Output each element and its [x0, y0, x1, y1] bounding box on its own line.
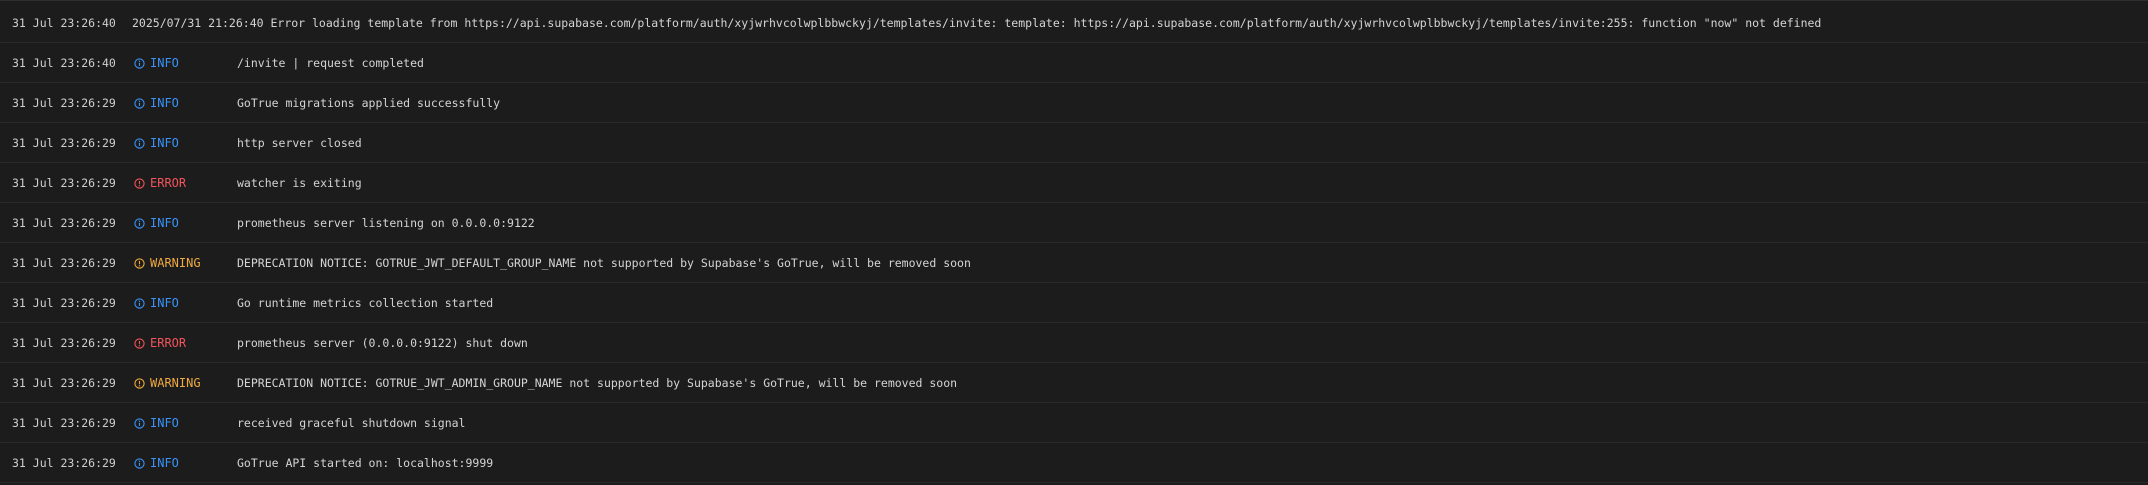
log-row[interactable]: 31 Jul 23:26:29 INFO GoTrue migrations a…	[0, 83, 2148, 123]
log-level-label: WARNING	[150, 376, 201, 390]
log-level: ERROR	[134, 323, 186, 363]
log-timestamp: 31 Jul 23:26:29	[12, 456, 116, 470]
log-timestamp: 31 Jul 23:26:40	[12, 56, 116, 70]
info-circle-icon	[134, 217, 145, 229]
log-message: prometheus server (0.0.0.0:9122) shut do…	[237, 336, 528, 350]
log-level: INFO	[134, 443, 179, 483]
log-level: INFO	[134, 123, 179, 163]
log-timestamp: 31 Jul 23:26:29	[12, 296, 116, 310]
log-row[interactable]: 31 Jul 23:26:29 WARNING DEPRECATION NOTI…	[0, 243, 2148, 283]
log-level-label: INFO	[150, 96, 179, 110]
log-row[interactable]: 31 Jul 23:26:29 ERROR watcher is exiting	[0, 163, 2148, 203]
alert-circle-icon	[134, 177, 145, 189]
log-level: INFO	[134, 403, 179, 443]
log-row[interactable]: 31 Jul 23:26:29 INFO Go runtime metrics …	[0, 283, 2148, 323]
log-row[interactable]: 31 Jul 23:26:29 ERROR prometheus server …	[0, 323, 2148, 363]
log-level-label: WARNING	[150, 256, 201, 270]
log-row[interactable]: 31 Jul 23:26:29 INFO received graceful s…	[0, 403, 2148, 443]
info-circle-icon	[134, 297, 145, 309]
log-message: GoTrue API started on: localhost:9999	[237, 456, 494, 470]
alert-circle-icon	[134, 337, 145, 349]
log-level: WARNING	[134, 243, 201, 283]
log-message: /invite | request completed	[237, 56, 424, 70]
info-circle-icon	[134, 417, 145, 429]
info-circle-icon	[134, 97, 145, 109]
log-timestamp: 31 Jul 23:26:29	[12, 376, 116, 390]
log-level: INFO	[134, 43, 179, 83]
alert-circle-icon	[134, 377, 145, 389]
log-timestamp: 31 Jul 23:26:29	[12, 416, 116, 430]
log-timestamp: 31 Jul 23:26:29	[12, 216, 116, 230]
log-level-label: ERROR	[150, 176, 187, 190]
info-circle-icon	[134, 457, 145, 469]
log-level-label: INFO	[150, 216, 179, 230]
alert-circle-icon	[134, 257, 145, 269]
log-row[interactable]: 31 Jul 23:26:29 INFO GoTrue API started …	[0, 443, 2148, 483]
log-level-label: INFO	[150, 456, 179, 470]
log-level-label: INFO	[150, 296, 179, 310]
log-list: 31 Jul 23:26:40 2025/07/31 21:26:40 Erro…	[0, 0, 2148, 485]
log-level-label: INFO	[150, 136, 179, 150]
info-circle-icon	[134, 137, 145, 149]
log-timestamp: 31 Jul 23:26:29	[12, 136, 116, 150]
log-level-label: INFO	[150, 56, 179, 70]
log-level: INFO	[134, 83, 179, 123]
log-level: INFO	[134, 203, 179, 243]
log-row[interactable]: 31 Jul 23:26:40 INFO /invite | request c…	[0, 43, 2148, 83]
log-message: 2025/07/31 21:26:40 Error loading templa…	[132, 16, 1822, 30]
log-message: received graceful shutdown signal	[237, 416, 466, 430]
log-row[interactable]: 31 Jul 23:26:40 2025/07/31 21:26:40 Erro…	[0, 3, 2148, 43]
log-level-label: INFO	[150, 416, 179, 430]
log-message: prometheus server listening on 0.0.0.0:9…	[237, 216, 535, 230]
log-level: ERROR	[134, 163, 186, 203]
info-circle-icon	[134, 57, 145, 69]
log-timestamp: 31 Jul 23:26:29	[12, 176, 116, 190]
log-level: WARNING	[134, 363, 201, 403]
log-timestamp: 31 Jul 23:26:29	[12, 336, 116, 350]
log-message: GoTrue migrations applied successfully	[237, 96, 501, 110]
log-message: DEPRECATION NOTICE: GOTRUE_JWT_DEFAULT_G…	[237, 256, 971, 270]
log-timestamp: 31 Jul 23:26:29	[12, 96, 116, 110]
log-timestamp: 31 Jul 23:26:40	[12, 16, 116, 30]
log-message: Go runtime metrics collection started	[237, 296, 494, 310]
log-row[interactable]: 31 Jul 23:26:29 INFO prometheus server l…	[0, 203, 2148, 243]
log-message: http server closed	[237, 136, 362, 150]
log-message: watcher is exiting	[237, 176, 362, 190]
log-timestamp: 31 Jul 23:26:29	[12, 256, 116, 270]
log-level-label: ERROR	[150, 336, 187, 350]
log-level: INFO	[134, 283, 179, 323]
log-row[interactable]: 31 Jul 23:26:29 INFO http server closed	[0, 123, 2148, 163]
log-row[interactable]: 31 Jul 23:26:29 WARNING DEPRECATION NOTI…	[0, 363, 2148, 403]
log-message: DEPRECATION NOTICE: GOTRUE_JWT_ADMIN_GRO…	[237, 376, 958, 390]
